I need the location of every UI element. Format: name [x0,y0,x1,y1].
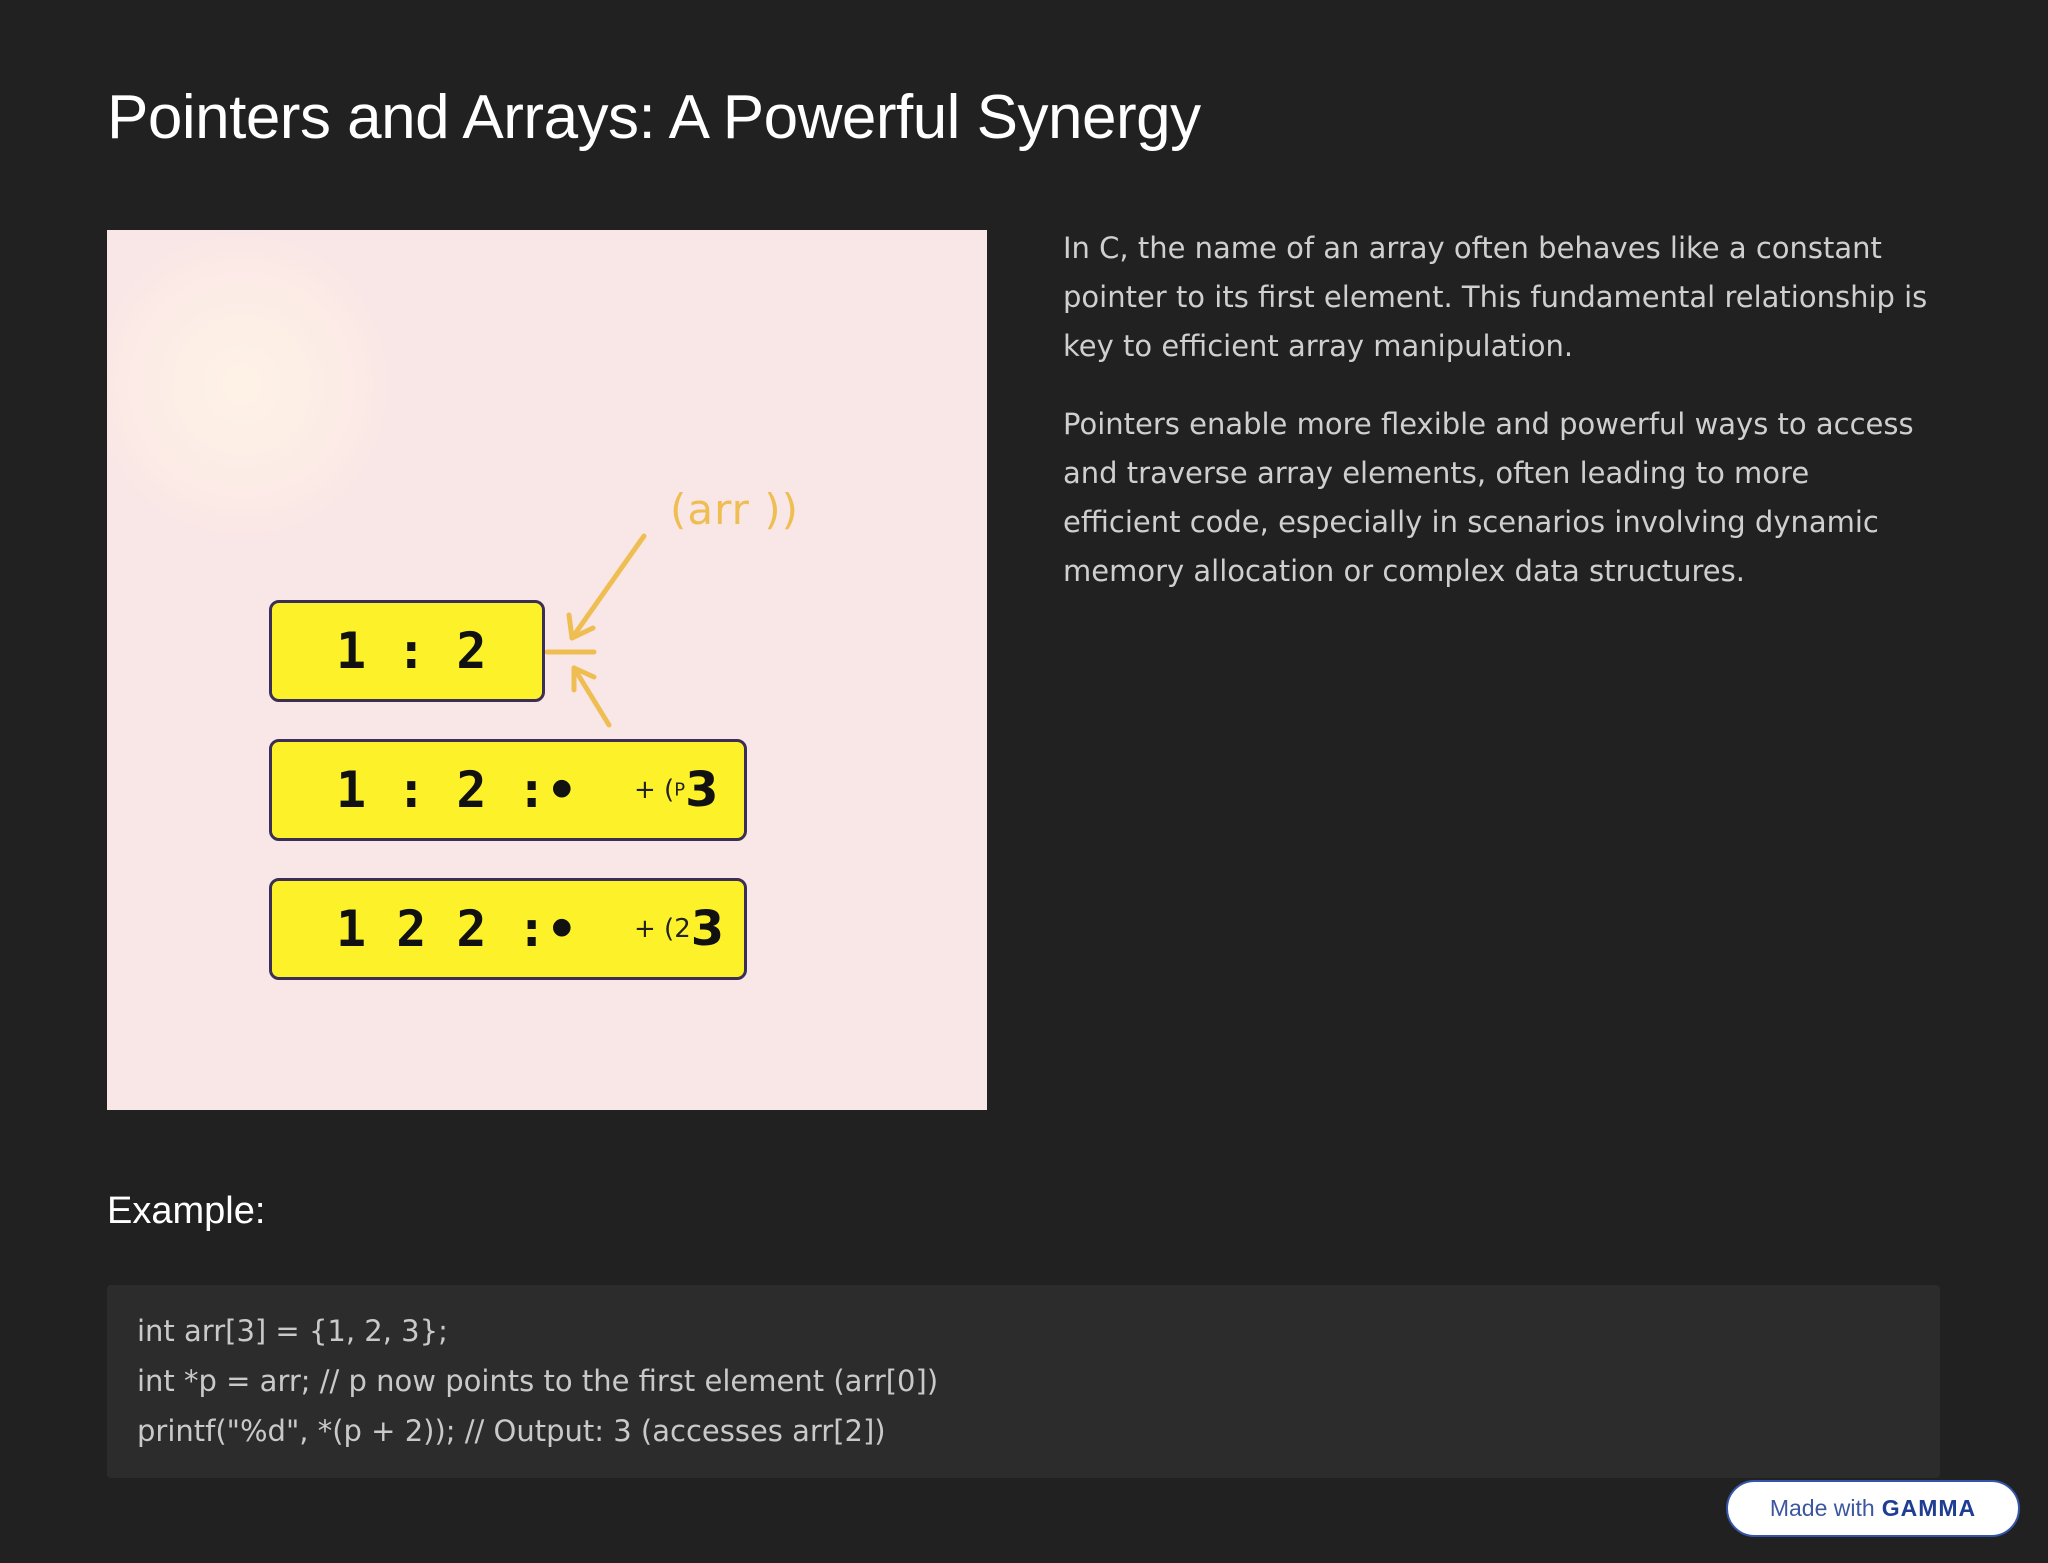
array-cell-values: 1 : 2 [336,622,487,680]
gamma-logo: GAMMA [1881,1495,1977,1521]
array-cell-values: 1 2 2 :• [336,900,577,958]
array-cell-row-1: 1 : 2 [269,600,545,702]
badge-prefix: Made with [1769,1495,1875,1521]
pointer-arrow-down-line [569,533,647,641]
example-heading: Example: [107,1190,266,1232]
code-line: printf("%d", *(p + 2)); // Output: 3 (ac… [137,1414,886,1448]
array-cell-row-2: 1 : 2 :• + (P3 [269,739,747,841]
description-paragraph-1: In C, the name of an array often behaves… [1063,231,1928,363]
code-line: int *p = arr; // p now points to the fir… [137,1364,939,1398]
array-cell-offset: + (P3 [634,762,719,818]
description-paragraph-2: Pointers enable more flexible and powerf… [1063,407,1914,588]
code-line: int arr[3] = {1, 2, 3}; [137,1314,448,1348]
code-block: int arr[3] = {1, 2, 3}; int *p = arr; //… [107,1285,1940,1478]
array-cell-row-3: 1 2 2 :• + (23 [269,878,747,980]
pointer-array-illustration: (arr )) 1 : 2 1 : 2 :• + (P3 1 2 2 :• + … [107,230,987,1110]
made-with-gamma-badge[interactable]: Made with GAMMA [1726,1480,2020,1537]
slide-title: Pointers and Arrays: A Powerful Synergy [107,83,1201,152]
pointer-label: (arr )) [670,485,800,534]
array-cell-values: 1 : 2 :• [336,761,577,819]
array-cell-offset: + (23 [634,901,725,957]
